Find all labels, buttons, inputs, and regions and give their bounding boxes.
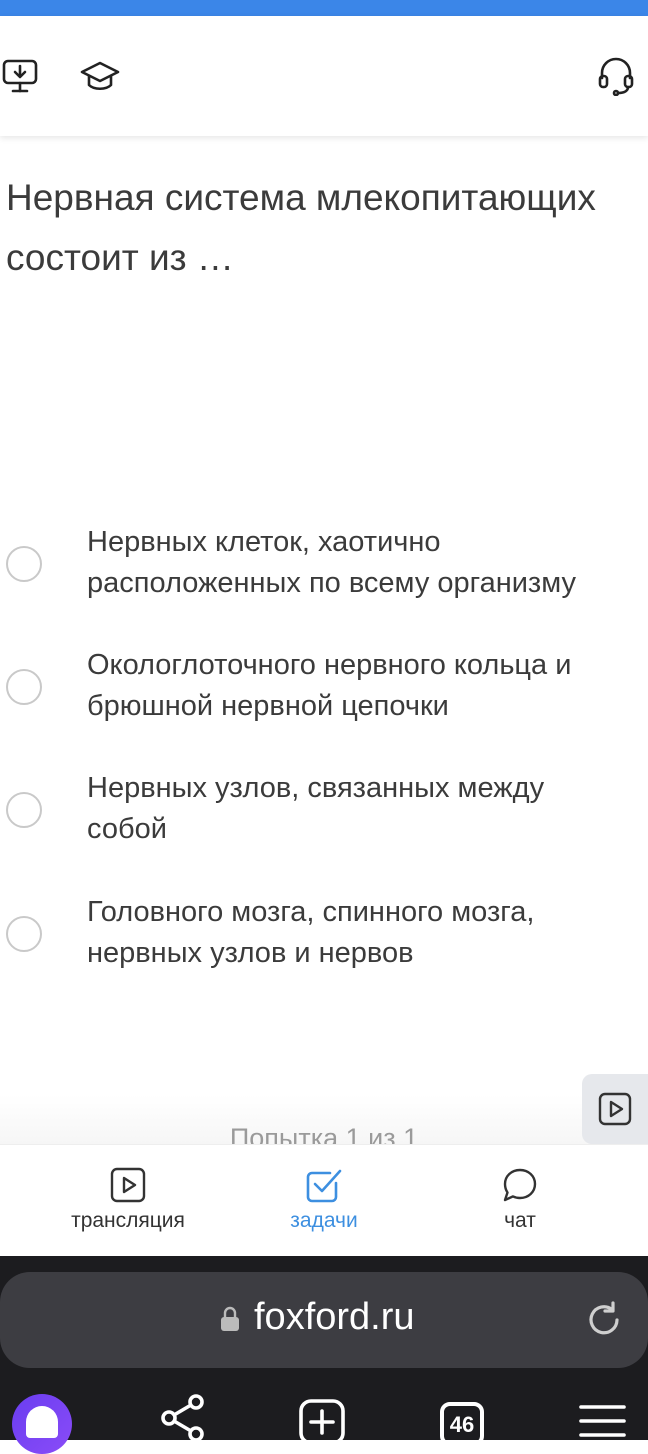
floating-video-button[interactable]: [582, 1074, 648, 1144]
answer-option[interactable]: Нервных узлов, связанных между собой: [0, 766, 648, 866]
assistant-icon: [26, 1406, 58, 1438]
bottom-tab-bar: трансляция задачи чат: [0, 1144, 648, 1257]
play-square-icon: [598, 1092, 632, 1126]
answer-option[interactable]: Окологлоточного нервного кольца и брюшно…: [0, 643, 648, 743]
play-square-icon: [110, 1167, 146, 1203]
menu-icon[interactable]: [578, 1391, 628, 1441]
headset-icon[interactable]: [596, 56, 636, 96]
radio-button[interactable]: [6, 546, 42, 582]
lock-icon: [221, 1306, 239, 1331]
attempt-counter: Попытка 1 из 1: [229, 1123, 419, 1146]
share-icon[interactable]: [158, 1391, 208, 1441]
radio-button[interactable]: [6, 916, 42, 952]
monitor-download-icon[interactable]: [0, 56, 40, 96]
answer-option[interactable]: Нервных клеток, хаотично расположенных п…: [0, 520, 648, 620]
radio-button[interactable]: [6, 792, 42, 828]
reload-icon[interactable]: [584, 1300, 624, 1340]
tabs-count-button[interactable]: 46: [440, 1402, 484, 1446]
chat-bubble-icon: [503, 1168, 537, 1202]
answer-option[interactable]: Головного мозга, спинного мозга, нервных…: [0, 890, 648, 990]
checkbox-icon: [306, 1169, 342, 1203]
question-text: Нервная система млекопитающих состоит из…: [6, 177, 596, 278]
graduation-cap-icon[interactable]: [80, 56, 120, 96]
status-strip: [0, 0, 648, 16]
new-tab-icon[interactable]: [298, 1391, 348, 1441]
tab-label: чат: [504, 1209, 536, 1232]
tab-label: трансляция: [71, 1209, 185, 1232]
answer-option-label[interactable]: Окологлоточного нервного кольца и брюшно…: [87, 645, 632, 727]
address-bar[interactable]: foxford.ru: [0, 1272, 648, 1368]
tab-broadcast[interactable]: трансляция: [28, 1145, 228, 1257]
tab-chat[interactable]: чат: [420, 1145, 620, 1257]
radio-button[interactable]: [6, 669, 42, 705]
assistant-button[interactable]: [12, 1394, 72, 1454]
answer-option-label[interactable]: Нервных узлов, связанных между собой: [87, 768, 632, 850]
url-text[interactable]: foxford.ru: [254, 1296, 415, 1339]
tab-label: задачи: [290, 1209, 358, 1232]
tab-tasks[interactable]: задачи: [224, 1145, 424, 1257]
browser-chrome: foxford.ru 46: [0, 1256, 648, 1454]
app-header: [0, 16, 648, 136]
answer-option-label[interactable]: Нервных клеток, хаотично расположенных п…: [87, 522, 632, 604]
answer-option-label[interactable]: Головного мозга, спинного мозга, нервных…: [87, 892, 632, 974]
